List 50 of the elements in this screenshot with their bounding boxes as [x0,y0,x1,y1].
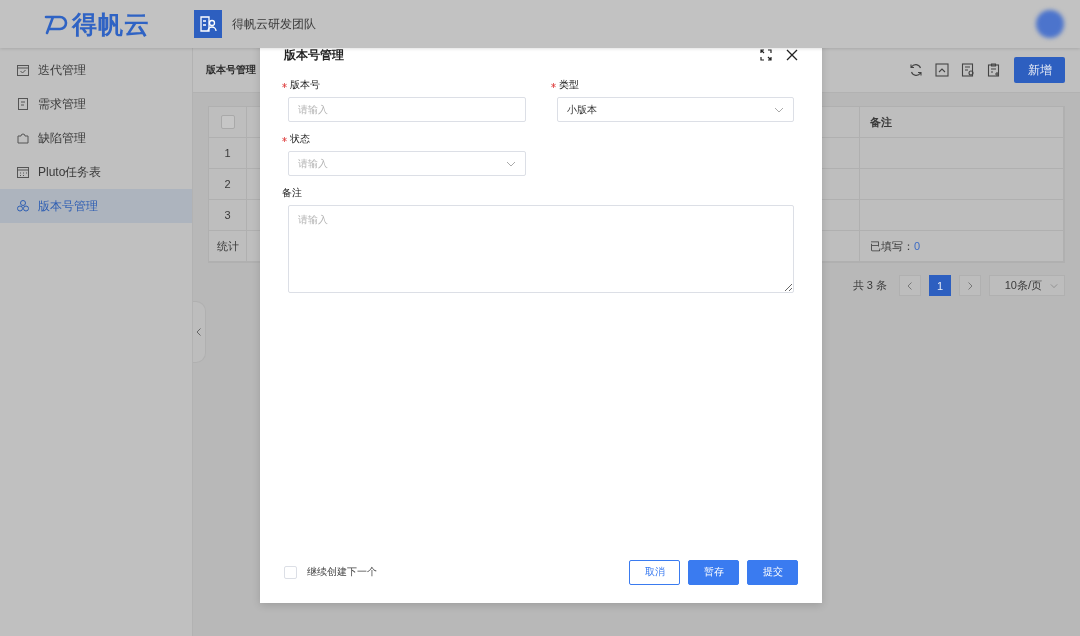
total-count: 共 3 条 [852,278,887,293]
sidebar-item[interactable]: 缺陷管理 [0,121,192,155]
puzzle-icon [16,131,30,145]
textarea-field[interactable]: 请输入 [288,205,794,293]
fullscreen-icon[interactable] [760,49,772,61]
collapse-handle[interactable] [193,301,206,363]
page-size-select[interactable]: 10条/页 [989,275,1065,296]
cancel-button[interactable]: 取消 [629,559,680,585]
header-cell: 备注 [860,107,1064,138]
select-field[interactable]: 小版本 [556,97,794,122]
caret-icon [1050,281,1058,290]
field-label: 状态 [290,132,310,146]
circles-icon [16,199,30,213]
field-label: 类型 [558,78,579,92]
form-icon[interactable] [960,62,976,78]
table-cell: 3 [209,200,247,231]
select-all-checkbox[interactable] [220,115,235,129]
chevron-right-icon [965,280,975,291]
summary-value: 0 [914,240,921,252]
sidebar-item[interactable]: 迭代管理 [0,53,192,87]
refresh-icon[interactable] [908,62,924,78]
calendar-icon [16,63,30,77]
team-name[interactable]: 得帆云研发团队 [232,15,316,33]
logo: 得帆云 [72,8,150,40]
calendar-icon [16,165,30,179]
summary-label: 已填写： [870,238,914,254]
text-field[interactable]: 请输入 [288,97,526,122]
table-cell: 1 [209,138,247,169]
table-cell: 统计 [209,231,247,262]
chevron-left-icon [905,280,915,291]
table-cell: 2 [209,169,247,200]
page-title: 版本号管理 [206,63,256,77]
logo-icon [42,13,68,35]
chevron-left-icon [194,327,204,337]
clipboard-icon[interactable] [986,62,1002,78]
field-label: 备注 [282,186,302,200]
sidebar-item[interactable]: 需求管理 [0,87,192,121]
sidebar-item[interactable]: Pluto任务表 [0,155,192,189]
collapse-icon[interactable] [934,62,950,78]
dialog-title: 版本号管理 [284,46,344,64]
page-button[interactable]: 1 [929,275,951,296]
close-icon[interactable] [786,49,798,61]
continue-label: 继续创建下一个 [307,565,377,579]
field-label: 版本号 [290,78,320,92]
continue-checkbox[interactable] [284,565,297,579]
document-icon [16,97,30,111]
new-button[interactable]: 新增 [1014,57,1065,83]
primary-button[interactable]: 暂存 [688,559,739,585]
primary-button[interactable]: 提交 [747,559,798,585]
team-icon[interactable] [194,10,222,38]
